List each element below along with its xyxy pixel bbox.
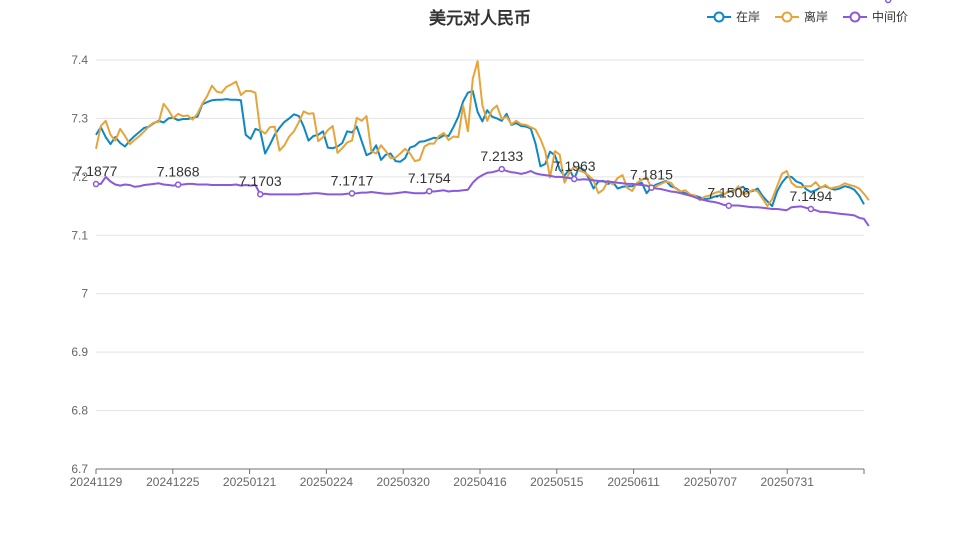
y-tick-label: 7.1 (71, 228, 88, 242)
x-tick-label: 20250224 (300, 475, 354, 489)
y-tick-label: 7 (81, 287, 88, 301)
data-label: 7.1963 (553, 158, 596, 174)
data-point-marker (648, 184, 655, 191)
data-point-marker (807, 205, 815, 213)
x-tick-label: 20250416 (453, 475, 507, 489)
x-tick-label: 20241129 (70, 475, 123, 489)
data-label: 7.1815 (630, 167, 673, 183)
x-tick-label: 20241225 (146, 475, 200, 489)
x-tick-label: 20250320 (377, 475, 431, 489)
data-point-marker (498, 165, 505, 173)
line-chart: 6.76.86.977.17.27.37.420241129 20241225 20… (70, 0, 910, 489)
x-tick-label: 20250515 (530, 475, 584, 489)
y-tick-label: 6.9 (71, 345, 88, 359)
data-point-marker (92, 180, 100, 188)
x-tick-label: 20250121 (223, 475, 277, 489)
data-point-marker (174, 181, 182, 188)
data-label: 7.1877 (75, 163, 118, 179)
data-label: 7.1868 (157, 164, 200, 180)
data-label: 7.1754 (408, 170, 451, 186)
data-point-marker (348, 190, 356, 197)
data-point-marker (725, 202, 733, 209)
data-label: 7.1717 (331, 172, 374, 188)
x-tick-label: 20250707 (684, 475, 738, 489)
data-label: 7.1494 (789, 188, 832, 204)
data-label: 7.1703 (239, 173, 282, 189)
y-tick-label: 7.3 (71, 111, 88, 125)
series-line-3 (95, 168, 870, 227)
data-point-marker (256, 190, 264, 198)
data-point-marker (570, 175, 578, 183)
y-tick-label: 7.4 (71, 53, 88, 67)
x-tick-label: 20250611 (607, 475, 660, 489)
data-label: 7.1161 (867, 0, 909, 3)
x-tick-label: 20250731 (761, 475, 815, 489)
data-point-marker (426, 187, 433, 195)
data-label: 7.2133 (480, 148, 523, 164)
y-tick-label: 6.7 (71, 462, 88, 476)
data-label: 7.1506 (707, 185, 750, 201)
y-tick-label: 6.8 (71, 404, 88, 418)
